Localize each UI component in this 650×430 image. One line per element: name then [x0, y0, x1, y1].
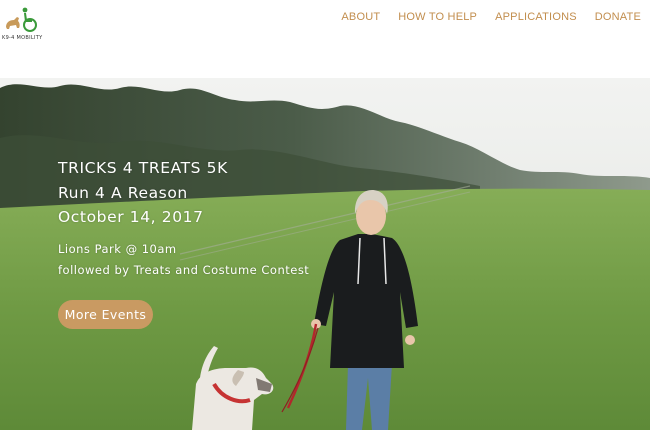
event-location: Lions Park @ 10am: [58, 241, 177, 256]
dog-wheelchair-logo-icon: [6, 7, 37, 32]
site-logo[interactable]: K9-4 MOBILITY: [2, 5, 46, 41]
main-nav: ABOUT HOW TO HELP APPLICATIONS DONATE: [323, 11, 641, 23]
event-date: October 14, 2017: [58, 208, 204, 226]
hero-banner: TRICKS 4 TREATS 5K Run 4 A Reason Octobe…: [0, 78, 650, 430]
nav-applications[interactable]: APPLICATIONS: [495, 11, 577, 23]
event-followup: followed by Treats and Costume Contest: [58, 262, 310, 277]
site-header: K9-4 MOBILITY ABOUT HOW TO HELP APPLICAT…: [0, 0, 650, 78]
nav-donate[interactable]: DONATE: [595, 11, 641, 23]
event-tagline: Run 4 A Reason: [58, 183, 188, 202]
nav-about[interactable]: ABOUT: [341, 11, 380, 23]
more-events-button[interactable]: More Events: [58, 300, 153, 329]
logo-text: K9-4 MOBILITY: [2, 35, 43, 41]
event-title: TRICKS 4 TREATS 5K: [58, 159, 228, 177]
hero-text-block: TRICKS 4 TREATS 5K Run 4 A Reason Octobe…: [58, 156, 309, 281]
nav-how-to-help[interactable]: HOW TO HELP: [398, 11, 477, 23]
